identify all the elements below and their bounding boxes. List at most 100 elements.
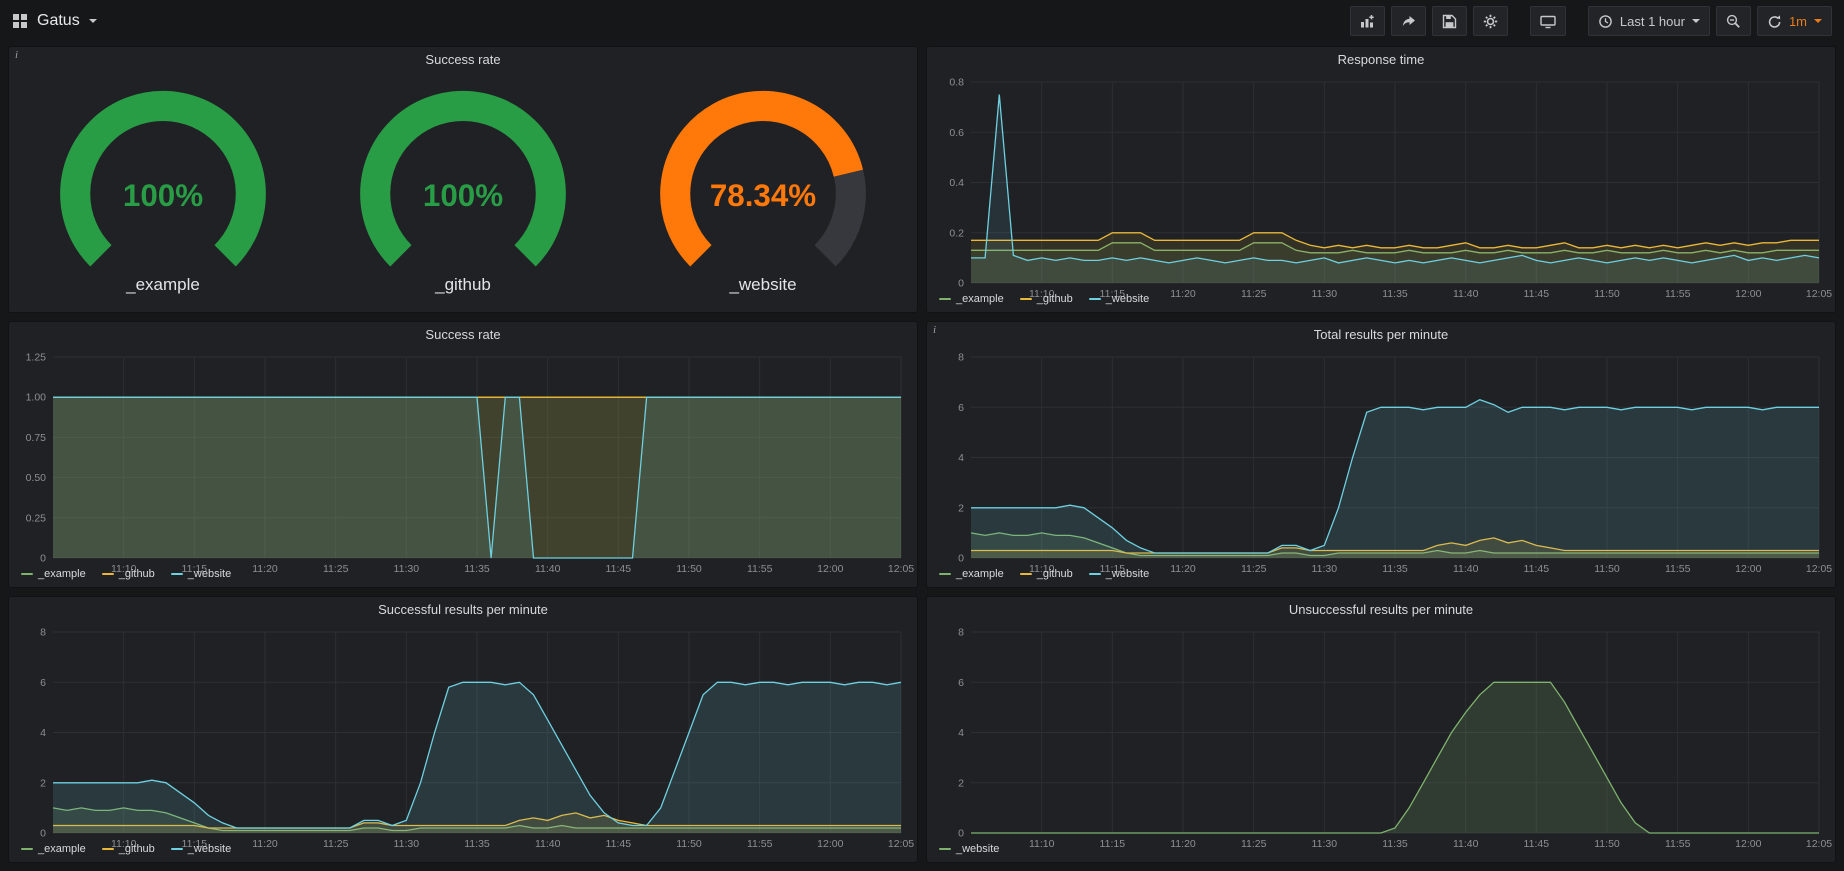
svg-text:1.00: 1.00 — [26, 392, 47, 404]
svg-text:8: 8 — [958, 352, 964, 364]
dashboard-grid: i Success rate 100%_example100%_github78… — [0, 42, 1844, 871]
time-range-label: Last 1 hour — [1620, 14, 1685, 29]
svg-text:0.50: 0.50 — [26, 472, 47, 484]
legend-item-_github[interactable]: _github — [1020, 293, 1073, 305]
legend-item-_example[interactable]: _example — [939, 293, 1004, 305]
legend-item-_website[interactable]: _website — [939, 843, 999, 855]
panel-info-icon[interactable]: i — [933, 324, 936, 336]
gauge-_website: 78.34% _website — [613, 72, 913, 312]
refresh-icon — [1767, 14, 1782, 29]
refresh-button[interactable]: 1m — [1757, 6, 1832, 36]
panel-header[interactable]: i Success rate — [9, 47, 917, 72]
panel-title[interactable]: Response time — [1338, 52, 1425, 67]
svg-text:2: 2 — [40, 777, 46, 789]
svg-text:8: 8 — [958, 627, 964, 639]
legend-item-_website[interactable]: _website — [1089, 293, 1149, 305]
navbar: Gatus — [0, 0, 1844, 42]
panel-total-results: i Total results per minute 0246811:1011:… — [926, 321, 1836, 588]
panel-header[interactable]: Success rate — [9, 322, 917, 347]
chart-legend: _website — [927, 841, 1835, 862]
panel-response-time: Response time 00.20.40.60.811:1011:1511:… — [926, 46, 1836, 313]
magnifier-minus-icon — [1726, 14, 1741, 29]
panel-successful-results: Successful results per minute 0246811:10… — [8, 596, 918, 863]
panel-header[interactable]: Successful results per minute — [9, 597, 917, 622]
time-range-button[interactable]: Last 1 hour — [1588, 6, 1710, 36]
panel-title[interactable]: Success rate — [425, 52, 500, 67]
gauge-value: 78.34% — [710, 178, 816, 213]
svg-text:1.25: 1.25 — [26, 352, 47, 364]
panel-success-rate-gauges: i Success rate 100%_example100%_github78… — [8, 46, 918, 313]
svg-text:0: 0 — [958, 828, 964, 840]
tv-mode-button[interactable] — [1530, 6, 1566, 36]
chart-legend: _example _github _website — [9, 566, 917, 587]
legend-item-_website[interactable]: _website — [1089, 568, 1149, 580]
save-button[interactable] — [1432, 6, 1467, 36]
settings-button[interactable] — [1473, 6, 1508, 36]
gauge-row: 100%_example100%_github78.34%_website — [9, 72, 917, 312]
panel-unsuccessful-results: Unsuccessful results per minute 0246811:… — [926, 596, 1836, 863]
svg-text:0.4: 0.4 — [949, 177, 964, 189]
chart-legend: _example _github _website — [927, 566, 1835, 587]
legend-item-_github[interactable]: _github — [1020, 568, 1073, 580]
svg-text:6: 6 — [958, 677, 964, 689]
svg-text:0: 0 — [40, 828, 46, 840]
svg-text:2: 2 — [958, 502, 964, 514]
gauge-label: _website — [729, 275, 796, 305]
svg-text:4: 4 — [958, 452, 964, 464]
chart-area: 0246811:1011:1511:2011:2511:3011:3511:40… — [927, 622, 1835, 841]
panel-title[interactable]: Successful results per minute — [378, 602, 548, 617]
chart-canvas[interactable]: 0246811:1011:1511:2011:2511:3011:3511:40… — [931, 347, 1839, 578]
gauge-arc: 100% — [325, 79, 601, 276]
legend-item-_website[interactable]: _website — [171, 843, 231, 855]
svg-text:0: 0 — [40, 553, 46, 565]
share-button[interactable] — [1391, 6, 1426, 36]
legend-item-_github[interactable]: _github — [102, 843, 155, 855]
gauge-label: _example — [126, 275, 200, 305]
svg-text:0.25: 0.25 — [26, 512, 47, 524]
gear-icon — [1483, 14, 1498, 29]
dashboard-title[interactable]: Gatus — [37, 12, 80, 30]
svg-text:0.2: 0.2 — [949, 227, 964, 239]
svg-text:0.75: 0.75 — [26, 432, 47, 444]
panel-header[interactable]: Unsuccessful results per minute — [927, 597, 1835, 622]
legend-item-_example[interactable]: _example — [21, 568, 86, 580]
chart-legend: _example _github _website — [927, 291, 1835, 312]
zoom-out-button[interactable] — [1716, 6, 1751, 36]
chevron-down-icon[interactable] — [89, 19, 97, 23]
legend-item-_github[interactable]: _github — [102, 568, 155, 580]
svg-text:6: 6 — [958, 402, 964, 414]
bar-chart-plus-icon — [1360, 14, 1375, 29]
panel-header[interactable]: i Total results per minute — [927, 322, 1835, 347]
chart-area: 0246811:1011:1511:2011:2511:3011:3511:40… — [9, 622, 917, 841]
clock-icon — [1598, 14, 1613, 29]
apps-grid-icon[interactable] — [12, 13, 28, 29]
gauge-arc: 78.34% — [625, 79, 901, 276]
svg-text:4: 4 — [958, 727, 964, 739]
panel-title[interactable]: Unsuccessful results per minute — [1289, 602, 1473, 617]
legend-item-_example[interactable]: _example — [939, 568, 1004, 580]
chart-canvas[interactable]: 00.250.500.751.001.2511:1011:1511:2011:2… — [13, 347, 921, 578]
panel-info-icon[interactable]: i — [15, 49, 18, 61]
panel-title[interactable]: Total results per minute — [1314, 327, 1448, 342]
add-panel-button[interactable] — [1350, 6, 1385, 36]
chart-area: 00.20.40.60.811:1011:1511:2011:2511:3011… — [927, 72, 1835, 291]
panel-header[interactable]: Response time — [927, 47, 1835, 72]
gauge-value: 100% — [123, 178, 203, 213]
legend-item-_example[interactable]: _example — [21, 843, 86, 855]
chart-canvas[interactable]: 0246811:1011:1511:2011:2511:3011:3511:40… — [13, 622, 921, 853]
gauge-label: _github — [435, 275, 491, 305]
chart-area: 00.250.500.751.001.2511:1011:1511:2011:2… — [9, 347, 917, 566]
svg-text:0.6: 0.6 — [949, 127, 964, 139]
chart-canvas[interactable]: 00.20.40.60.811:1011:1511:2011:2511:3011… — [931, 72, 1839, 303]
svg-text:0.8: 0.8 — [949, 77, 964, 89]
svg-text:8: 8 — [40, 627, 46, 639]
chart-canvas[interactable]: 0246811:1011:1511:2011:2511:3011:3511:40… — [931, 622, 1839, 853]
panel-title[interactable]: Success rate — [425, 327, 500, 342]
share-arrow-icon — [1401, 14, 1416, 29]
legend-item-_website[interactable]: _website — [171, 568, 231, 580]
gauge-_example: 100% _example — [13, 72, 313, 312]
chart-legend: _example _github _website — [9, 841, 917, 862]
monitor-icon — [1540, 14, 1556, 29]
svg-text:0: 0 — [958, 278, 964, 290]
panel-success-rate-graph: Success rate 00.250.500.751.001.2511:101… — [8, 321, 918, 588]
